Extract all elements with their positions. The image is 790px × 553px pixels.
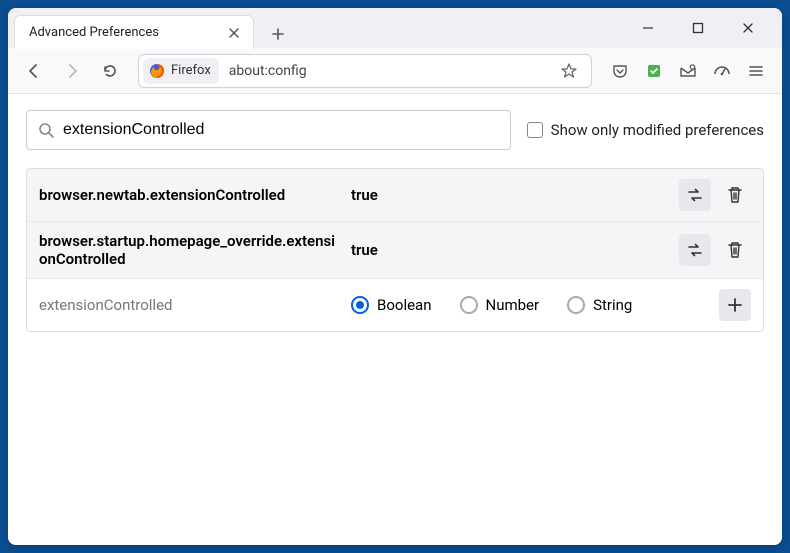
tab-active[interactable]: Advanced Preferences	[14, 15, 254, 49]
search-row: Show only modified preferences	[26, 110, 764, 150]
search-box[interactable]	[26, 110, 511, 150]
window-controls	[634, 14, 774, 42]
radio-number[interactable]: Number	[460, 296, 540, 314]
pref-actions	[679, 234, 751, 266]
toggle-icon	[686, 186, 704, 204]
reload-icon	[101, 62, 119, 80]
toggle-button[interactable]	[679, 179, 711, 211]
account-icon	[679, 62, 697, 80]
type-radio-group: Boolean Number String	[351, 296, 707, 314]
close-tab-button[interactable]	[225, 24, 243, 42]
new-pref-row[interactable]: extensionControlled Boolean Number Strin…	[27, 279, 763, 331]
radio-label: String	[593, 296, 632, 314]
pref-value: true	[351, 186, 667, 204]
pocket-icon	[611, 62, 629, 80]
identity-label: Firefox	[171, 63, 211, 78]
plus-icon	[271, 27, 285, 41]
maximize-icon	[692, 22, 704, 34]
radio-boolean[interactable]: Boolean	[351, 296, 432, 314]
bookmark-button[interactable]	[555, 57, 583, 85]
radio-icon	[567, 296, 585, 314]
add-button[interactable]	[719, 289, 751, 321]
toggle-button[interactable]	[679, 234, 711, 266]
firefox-icon	[149, 63, 165, 79]
account-button[interactable]	[672, 55, 704, 87]
aboutconfig-content: Show only modified preferences browser.n…	[8, 94, 782, 545]
pref-actions	[679, 179, 751, 211]
reload-button[interactable]	[94, 55, 126, 87]
trash-icon	[727, 186, 743, 204]
radio-string[interactable]: String	[567, 296, 632, 314]
identity-box[interactable]: Firefox	[143, 58, 219, 84]
minimize-button[interactable]	[634, 14, 662, 42]
nav-toolbar: Firefox about:config	[8, 48, 782, 94]
close-icon	[228, 27, 240, 39]
search-input[interactable]	[63, 121, 500, 139]
pref-row[interactable]: browser.startup.homepage_override.extens…	[27, 222, 763, 279]
reset-button[interactable]	[719, 179, 751, 211]
pref-actions	[719, 289, 751, 321]
toggle-icon	[686, 241, 704, 259]
titlebar: Advanced Preferences	[8, 8, 782, 48]
minimize-icon	[642, 22, 654, 34]
pref-name: browser.startup.homepage_override.extens…	[39, 232, 339, 268]
reset-button[interactable]	[719, 234, 751, 266]
dashboard-icon	[713, 62, 731, 80]
tabs-area: Advanced Preferences	[8, 8, 292, 48]
close-window-button[interactable]	[734, 14, 762, 42]
checkbox-label: Show only modified preferences	[551, 121, 764, 139]
pref-row[interactable]: browser.newtab.extensionControlled true	[27, 169, 763, 222]
back-button[interactable]	[18, 55, 50, 87]
toolbar-right	[604, 55, 772, 87]
prefs-table: browser.newtab.extensionControlled true …	[26, 168, 764, 332]
tab-title: Advanced Preferences	[29, 25, 225, 40]
radio-icon	[351, 296, 369, 314]
extension-button[interactable]	[638, 55, 670, 87]
radio-icon	[460, 296, 478, 314]
forward-icon	[63, 62, 81, 80]
pocket-button[interactable]	[604, 55, 636, 87]
back-icon	[25, 62, 43, 80]
url-text: about:config	[229, 63, 553, 79]
star-icon	[560, 62, 578, 80]
pref-value: true	[351, 241, 667, 259]
close-icon	[742, 22, 754, 34]
protections-button[interactable]	[706, 55, 738, 87]
hamburger-icon	[747, 62, 765, 80]
new-pref-name: extensionControlled	[39, 296, 339, 314]
new-tab-button[interactable]	[264, 20, 292, 48]
pref-name: browser.newtab.extensionControlled	[39, 186, 339, 204]
url-bar[interactable]: Firefox about:config	[138, 54, 592, 88]
radio-label: Boolean	[377, 296, 432, 314]
checkbox-icon	[527, 122, 543, 138]
radio-label: Number	[486, 296, 540, 314]
forward-button[interactable]	[56, 55, 88, 87]
trash-icon	[727, 241, 743, 259]
browser-window: Advanced Preferences	[8, 8, 782, 545]
maximize-button[interactable]	[684, 14, 712, 42]
app-menu-button[interactable]	[740, 55, 772, 87]
extension-icon	[645, 62, 663, 80]
show-modified-checkbox[interactable]: Show only modified preferences	[527, 121, 764, 139]
search-icon	[37, 121, 55, 139]
plus-icon	[727, 297, 743, 313]
